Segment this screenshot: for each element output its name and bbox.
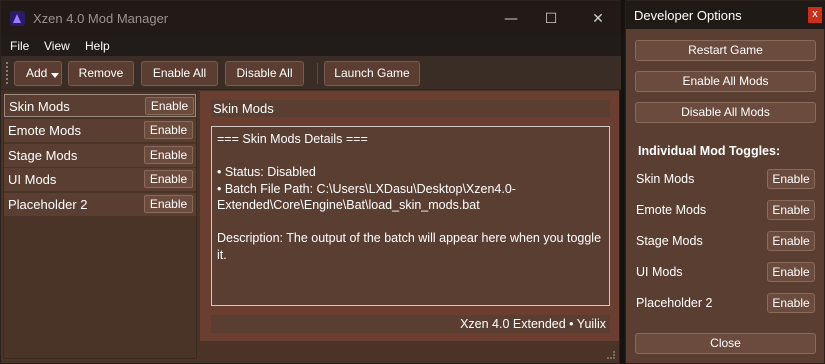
details-header: Skin Mods — [211, 100, 610, 117]
details-title: Skin Mods — [213, 101, 274, 116]
restart-game-button[interactable]: Restart Game — [635, 40, 816, 61]
toolbar-grip[interactable] — [6, 62, 8, 84]
disable-all-button[interactable]: Disable All — [225, 61, 304, 86]
details-textbox[interactable]: === Skin Mods Details === • Status: Disa… — [211, 126, 610, 306]
list-item[interactable]: Emote Mods Enable — [4, 119, 196, 142]
enable-button[interactable]: Enable — [144, 195, 193, 213]
enable-button[interactable]: Enable — [145, 97, 194, 115]
enable-button[interactable]: Enable — [144, 121, 193, 139]
toggle-label-skin: Skin Mods — [636, 172, 695, 186]
resize-grip[interactable] — [607, 351, 615, 359]
toggles-heading: Individual Mod Toggles: — [638, 144, 781, 158]
list-item[interactable]: Skin Mods Enable — [4, 94, 196, 117]
close-button[interactable]: Close — [635, 333, 816, 354]
dev-title-bar[interactable]: Developer Options x — [626, 1, 825, 29]
toolbar-separator — [317, 63, 318, 84]
add-button-label: Add — [26, 66, 48, 80]
toggle-ui-button[interactable]: Enable — [767, 262, 815, 282]
status-bar: Xzen 4.0 Extended • Yuilix — [211, 315, 610, 333]
list-item[interactable]: Placeholder 2 Enable — [4, 193, 196, 216]
dev-close-icon[interactable]: x — [808, 7, 822, 23]
toggle-emote-button[interactable]: Enable — [767, 200, 815, 220]
dev-window-title: Developer Options — [634, 8, 742, 23]
footer-credit: Xzen 4.0 Extended • Yuilix — [460, 317, 606, 331]
mod-list: Skin Mods Enable Emote Mods Enable Stage… — [3, 91, 197, 359]
toggle-label-emote: Emote Mods — [636, 203, 707, 217]
app-logo-icon — [10, 11, 25, 26]
enable-button[interactable]: Enable — [144, 170, 193, 188]
toggle-label-ui: UI Mods — [636, 265, 683, 279]
developer-options-window: Developer Options x Restart Game Enable … — [625, 0, 825, 364]
list-item[interactable]: Stage Mods Enable — [4, 144, 196, 167]
toolbar: Add Remove Enable All Disable All Launch… — [1, 56, 621, 90]
list-item[interactable]: UI Mods Enable — [4, 168, 196, 191]
toggle-label-placeholder: Placeholder 2 — [636, 296, 713, 310]
launch-game-button[interactable]: Launch Game — [324, 61, 420, 86]
toggle-stage-button[interactable]: Enable — [767, 231, 815, 251]
mod-name: Stage Mods — [8, 148, 78, 163]
toggle-placeholder-button[interactable]: Enable — [767, 293, 815, 313]
title-bar[interactable]: Xzen 4.0 Mod Manager — ☐ ✕ — [1, 1, 621, 36]
menu-help[interactable]: Help — [85, 39, 110, 53]
mod-name: Placeholder 2 — [8, 197, 88, 212]
mod-name: UI Mods — [8, 172, 57, 187]
mod-name: Skin Mods — [9, 99, 70, 114]
window-title: Xzen 4.0 Mod Manager — [33, 11, 169, 26]
toggle-label-stage: Stage Mods — [636, 234, 703, 248]
remove-button[interactable]: Remove — [68, 61, 134, 86]
main-window: Xzen 4.0 Mod Manager — ☐ ✕ File View Hel… — [0, 0, 621, 364]
menu-view[interactable]: View — [44, 39, 70, 53]
toggle-skin-button[interactable]: Enable — [767, 169, 815, 189]
close-icon[interactable]: ✕ — [588, 9, 608, 29]
enable-button[interactable]: Enable — [144, 146, 193, 164]
enable-all-mods-button[interactable]: Enable All Mods — [635, 71, 816, 92]
enable-all-button[interactable]: Enable All — [141, 61, 218, 86]
menu-bar: File View Help — [1, 36, 621, 56]
menu-file[interactable]: File — [10, 39, 29, 53]
maximize-icon[interactable]: ☐ — [541, 9, 561, 29]
minimize-icon[interactable]: — — [501, 9, 521, 29]
add-button[interactable]: Add — [14, 61, 62, 86]
disable-all-mods-button[interactable]: Disable All Mods — [635, 102, 816, 123]
chevron-down-icon — [51, 73, 59, 78]
mod-name: Emote Mods — [8, 123, 81, 138]
